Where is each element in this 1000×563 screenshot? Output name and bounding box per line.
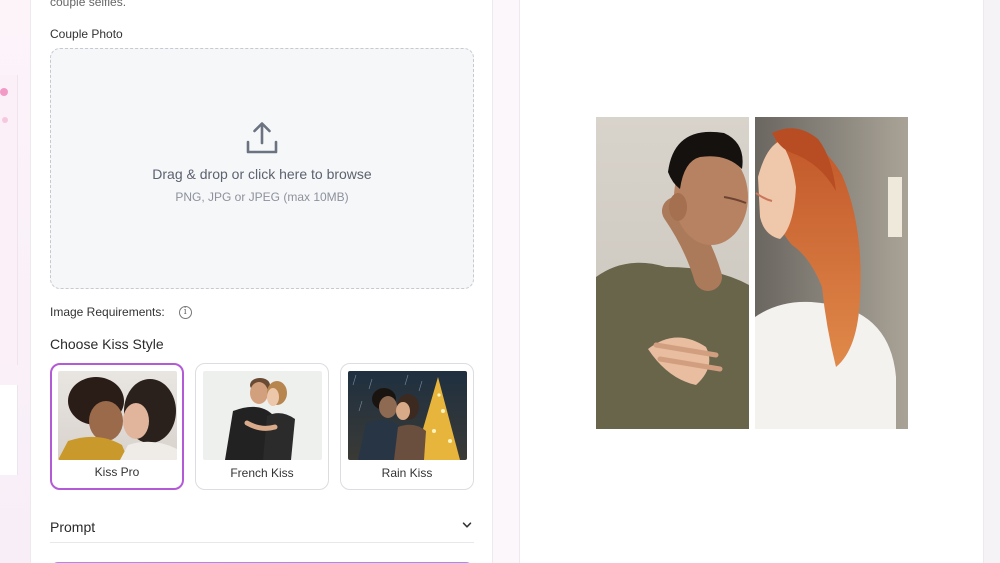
dropzone-title: Drag & drop or click here to browse bbox=[152, 166, 372, 182]
preview-panel bbox=[519, 0, 984, 563]
couple-photo-label: Couple Photo bbox=[50, 27, 123, 41]
decorative-dot bbox=[0, 88, 8, 96]
rain-kiss-thumbnail bbox=[348, 371, 467, 460]
kiss-style-title: Choose Kiss Style bbox=[50, 336, 164, 352]
image-requirements-label: Image Requirements: bbox=[50, 305, 165, 319]
style-card-rain-kiss[interactable]: Rain Kiss bbox=[340, 363, 474, 490]
style-label: Kiss Pro bbox=[94, 465, 140, 479]
decorative-dot bbox=[2, 117, 8, 123]
style-card-kiss-pro[interactable]: Kiss Pro bbox=[50, 363, 184, 490]
result-preview-image bbox=[596, 117, 908, 429]
prompt-accordion[interactable]: Prompt bbox=[50, 513, 474, 543]
chevron-down-icon bbox=[462, 522, 472, 528]
kiss-style-options: Kiss Pro French Kiss Rain Kiss bbox=[50, 363, 474, 490]
french-kiss-thumbnail bbox=[203, 371, 322, 460]
style-card-french-kiss[interactable]: French Kiss bbox=[195, 363, 329, 490]
image-requirements-row: Image Requirements: i bbox=[50, 305, 192, 319]
page-background-left bbox=[0, 0, 30, 563]
dropzone-subtitle: PNG, JPG or JPEG (max 10MB) bbox=[175, 190, 349, 204]
style-label: French Kiss bbox=[230, 466, 294, 480]
style-label: Rain Kiss bbox=[381, 466, 433, 480]
info-icon[interactable]: i bbox=[178, 305, 192, 319]
kiss-pro-thumbnail bbox=[58, 371, 177, 460]
scrollbar[interactable] bbox=[984, 0, 1000, 563]
description-text: couple selfies. bbox=[50, 0, 127, 9]
prompt-label: Prompt bbox=[50, 519, 96, 535]
photo-dropzone[interactable]: Drag & drop or click here to browse PNG,… bbox=[50, 48, 474, 289]
upload-icon bbox=[246, 122, 278, 154]
settings-panel: couple selfies. Couple Photo Drag & drop… bbox=[30, 0, 493, 563]
background-strip bbox=[0, 385, 18, 475]
